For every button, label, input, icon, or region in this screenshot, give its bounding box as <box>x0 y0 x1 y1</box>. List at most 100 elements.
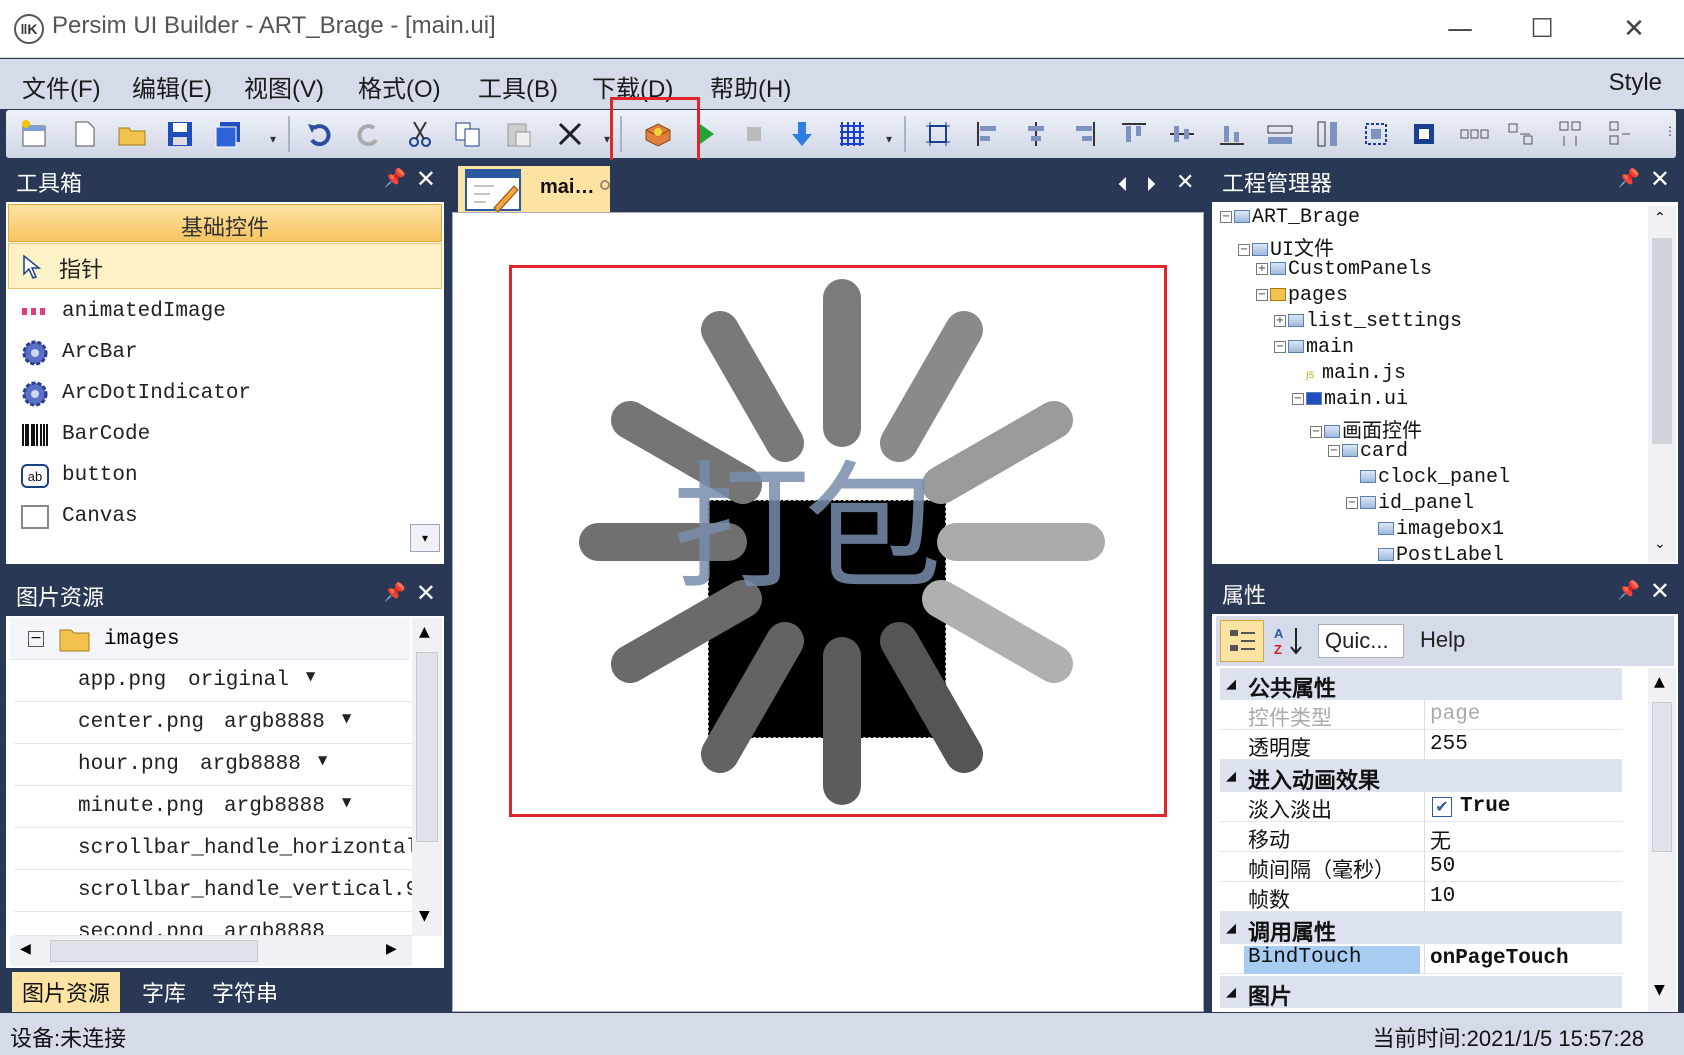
align-left-icon[interactable] <box>972 118 1004 150</box>
copy-icon[interactable] <box>452 118 484 150</box>
pin-icon[interactable]: 📌 <box>1618 580 1640 601</box>
minimize-button[interactable]: — <box>1432 8 1488 50</box>
save-all-icon[interactable] <box>212 118 244 150</box>
tree-node[interactable]: clock_panel <box>1360 466 1510 492</box>
tab-strings[interactable]: 字符串 <box>212 976 278 1008</box>
new-file-icon[interactable] <box>68 118 100 150</box>
help-button[interactable]: Help <box>1420 627 1465 653</box>
menu-edit[interactable]: 编辑(E) <box>132 69 212 104</box>
close-icon[interactable]: ✕ <box>1176 170 1194 195</box>
tab-next-icon[interactable]: ⏵ <box>1146 172 1156 196</box>
prop-row[interactable]: BindTouch onPageTouch <box>1220 944 1622 974</box>
align-right-icon[interactable] <box>1068 118 1100 150</box>
select-align-icon[interactable] <box>922 118 954 150</box>
checkbox[interactable]: ✔ <box>1432 797 1452 817</box>
tree-node[interactable]: − card <box>1328 440 1408 466</box>
open-folder-icon[interactable] <box>116 118 148 150</box>
delete-icon[interactable] <box>554 118 586 150</box>
tree-node[interactable]: PostLabel <box>1378 544 1504 562</box>
scroll-thumb[interactable] <box>1652 238 1672 444</box>
cut-icon[interactable] <box>404 118 436 150</box>
menu-file[interactable]: 文件(F) <box>22 69 101 104</box>
image-row[interactable]: hour.png argb8888 ▼ <box>14 744 414 786</box>
close-icon[interactable]: ✕ <box>1650 577 1670 605</box>
tab-images[interactable]: 图片资源 <box>12 972 121 1012</box>
align-top-icon[interactable] <box>1118 118 1150 150</box>
vertical-scrollbar[interactable]: ▲ ▼ <box>1648 668 1676 1012</box>
scroll-thumb[interactable] <box>416 652 438 842</box>
tab-main-ui[interactable]: mai… <box>458 166 610 212</box>
tab-fonts[interactable]: 字库 <box>142 976 186 1008</box>
image-row[interactable]: center.png argb8888 ▼ <box>14 702 414 744</box>
maximize-button[interactable]: ☐ <box>1514 8 1570 50</box>
category-common[interactable]: ◢ 公共属性 <box>1220 668 1622 701</box>
pin-icon[interactable]: 📌 <box>1618 168 1640 189</box>
tree-node[interactable]: − UI文件 <box>1238 232 1334 262</box>
toolbox-category[interactable]: 基础控件 <box>8 204 442 242</box>
tree-node[interactable]: imagebox1 <box>1378 518 1504 544</box>
align-bottom-icon[interactable] <box>1216 118 1248 150</box>
tree-node[interactable]: − pages <box>1256 284 1348 310</box>
tree-node[interactable]: JS main.js <box>1306 362 1406 388</box>
category-invoke[interactable]: ◢ 调用属性 <box>1220 912 1622 945</box>
same-width-icon[interactable] <box>1264 118 1296 150</box>
style-menu[interactable]: Style <box>1609 69 1662 97</box>
prop-row[interactable]: 帧数 10 <box>1220 882 1622 912</box>
scroll-thumb[interactable] <box>1652 702 1672 852</box>
align-center-icon[interactable] <box>1020 118 1052 150</box>
scroll-thumb[interactable] <box>50 940 258 962</box>
toolbar-overflow-icon[interactable]: ▾ <box>886 132 892 146</box>
horizontal-scrollbar[interactable]: ◀ ▶ <box>10 936 412 966</box>
tree-node[interactable]: − id_panel <box>1346 492 1474 518</box>
quick-search-input[interactable]: Quic... <box>1318 624 1404 658</box>
pin-icon[interactable]: 📌 <box>384 168 406 189</box>
grid-icon[interactable] <box>836 118 868 150</box>
category-enter-animation[interactable]: ◢ 进入动画效果 <box>1220 760 1622 793</box>
tool-arcbar[interactable]: ArcBar <box>14 331 446 375</box>
toolbar-overflow-icon[interactable]: ⋮ <box>1664 124 1676 138</box>
tree-node[interactable]: + list_settings <box>1274 310 1462 336</box>
space-increase-icon[interactable] <box>1506 118 1538 150</box>
tree-node[interactable]: − main.ui <box>1292 388 1408 414</box>
close-icon[interactable]: ✕ <box>416 165 436 193</box>
download-icon[interactable] <box>786 118 818 150</box>
tree-node[interactable]: + CustomPanels <box>1256 258 1432 284</box>
align-middle-icon[interactable] <box>1166 118 1198 150</box>
category-image[interactable]: ◢ 图片 <box>1220 976 1622 1009</box>
design-canvas[interactable]: 打包 <box>452 212 1204 1012</box>
same-size-icon[interactable] <box>1360 118 1392 150</box>
tool-button[interactable]: ab button <box>14 454 446 498</box>
image-row[interactable]: scrollbar_handle_vertical.9. <box>14 870 414 912</box>
space-vertical-icon[interactable] <box>1554 118 1586 150</box>
close-window-button[interactable]: ✕ <box>1606 8 1662 50</box>
image-row[interactable]: second.png argb8888 <box>14 912 414 936</box>
tab-close-icon[interactable] <box>600 180 610 190</box>
tab-prev-icon[interactable]: ⏴ <box>1118 172 1128 196</box>
toolbar-overflow-icon[interactable]: ▾ <box>270 132 276 146</box>
space-horizontal-icon[interactable] <box>1458 118 1490 150</box>
close-icon[interactable]: ✕ <box>1650 165 1670 193</box>
tool-animatedimage[interactable]: animatedImage <box>14 290 446 334</box>
menu-format[interactable]: 格式(O) <box>358 69 441 104</box>
image-row[interactable]: minute.png argb8888 ▼ <box>14 786 414 828</box>
pin-icon[interactable]: 📌 <box>384 582 406 603</box>
pointer-tool[interactable]: 指针 <box>8 243 442 289</box>
new-project-icon[interactable] <box>18 118 50 150</box>
image-row[interactable]: app.png original ▼ <box>14 660 414 702</box>
undo-icon[interactable] <box>304 118 336 150</box>
prop-row[interactable]: 透明度 255 <box>1220 730 1622 760</box>
tree-node[interactable]: − ART_Brage <box>1220 206 1360 232</box>
menu-view[interactable]: 视图(V) <box>244 69 324 104</box>
same-height-icon[interactable] <box>1312 118 1344 150</box>
tree-node[interactable]: − 画面控件 <box>1310 414 1422 444</box>
tool-canvas[interactable]: Canvas <box>14 495 446 539</box>
page-frame[interactable]: 打包 <box>509 265 1167 817</box>
scroll-down-button[interactable]: ▾ <box>410 524 440 552</box>
tool-arcdotindicator[interactable]: ArcDotIndicator <box>14 372 446 416</box>
tree-node[interactable]: − main <box>1274 336 1354 362</box>
vertical-scrollbar[interactable]: ⌃ ⌄ <box>1648 206 1676 562</box>
close-icon[interactable]: ✕ <box>416 579 436 607</box>
prop-row[interactable]: 移动无 <box>1220 822 1622 855</box>
menu-help[interactable]: 帮助(H) <box>710 69 791 104</box>
categorized-button[interactable] <box>1220 620 1264 662</box>
